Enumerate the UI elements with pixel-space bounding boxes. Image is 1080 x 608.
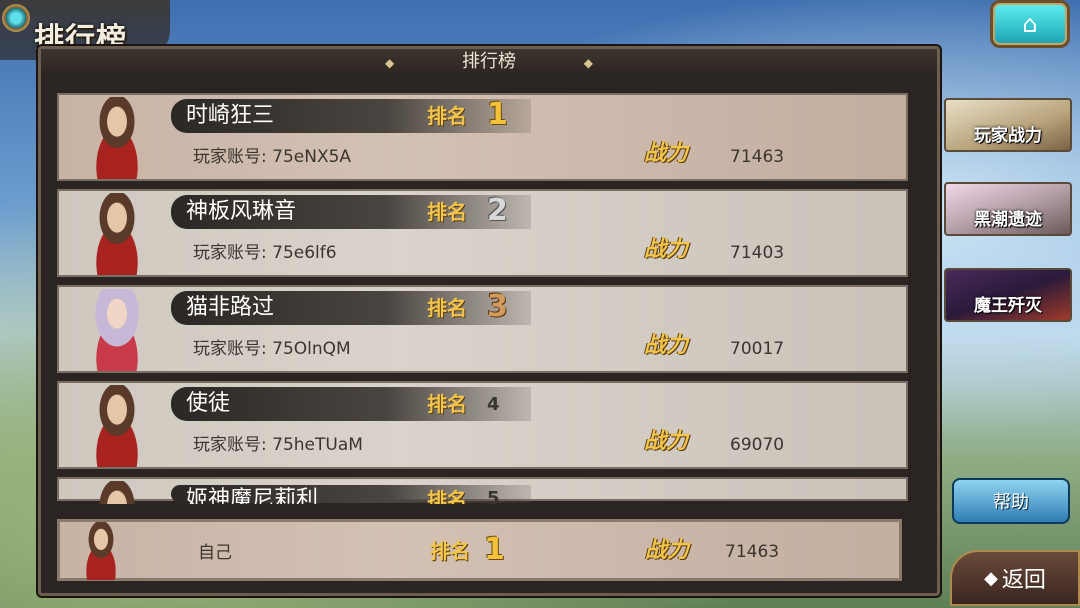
panel-title: 排行榜	[462, 51, 516, 72]
home-button[interactable]: ⌂	[990, 0, 1070, 48]
rank-label: 排名	[427, 392, 467, 416]
ranking-row[interactable]: 猫非路过 排名 3 玩家账号: 75OlnQM 战力 70017	[57, 285, 908, 373]
player-name: 猫非路过	[186, 295, 275, 320]
boy-avatar	[79, 193, 155, 275]
power-label: 战力	[644, 429, 689, 454]
boy-avatar	[79, 481, 155, 504]
player-name: 时崎狂三	[186, 103, 275, 128]
power-value: 70017	[730, 339, 785, 359]
demon-king-annihilation-label: 魔王歼灭	[974, 296, 1042, 316]
ranking-panel: ◆ 排行榜 ◆ 时崎狂三 排名 1 玩家账号: 75eNX5A 战力 71463…	[38, 46, 940, 596]
account-prefix: 玩家账号:	[193, 147, 273, 167]
player-power-button[interactable]: 玩家战力	[944, 98, 1072, 152]
panel-header: ◆ 排行榜 ◆	[41, 49, 937, 77]
power-value: 71463	[730, 147, 785, 167]
power-label: 战力	[644, 333, 689, 358]
power-value: 71463	[725, 542, 780, 562]
power-label: 战力	[644, 237, 689, 262]
account-text: 玩家账号: 75OlnQM	[193, 337, 351, 361]
rank-label: 排名	[427, 488, 467, 504]
back-label: 返回	[1001, 568, 1046, 593]
rank-value: 5	[487, 488, 500, 504]
black-tide-ruins-button[interactable]: 黑潮遗迹	[944, 182, 1072, 236]
back-button[interactable]: ◆ 返回	[950, 550, 1080, 606]
power-value: 69070	[730, 435, 785, 455]
account-id: 75OlnQM	[272, 339, 351, 359]
rank-value: 1	[487, 97, 508, 132]
rank-value: 4	[487, 394, 500, 415]
boy-avatar	[74, 522, 128, 580]
help-label: 帮助	[993, 492, 1029, 513]
diamond-icon: ◆	[583, 56, 593, 70]
self-ranking-row: 自己 排名 1 战力 71463	[57, 519, 902, 581]
account-text: 玩家账号: 75e6lf6	[193, 241, 337, 265]
rank-label: 排名	[427, 296, 467, 320]
account-prefix: 玩家账号:	[193, 435, 273, 455]
account-id: 75eNX5A	[272, 147, 352, 167]
girl-avatar	[79, 289, 155, 371]
power-label: 战力	[645, 538, 690, 563]
player-name: 神板风琳音	[186, 199, 297, 224]
player-name: 姬神魔尼莉利	[186, 487, 319, 504]
boy-avatar	[79, 97, 155, 179]
rank-value: 3	[487, 289, 508, 324]
power-value: 71403	[730, 243, 785, 263]
home-icon: ⌂	[1022, 10, 1038, 38]
player-power-label: 玩家战力	[974, 126, 1042, 146]
gear-icon	[2, 4, 30, 32]
ranking-row[interactable]: 使徒 排名 4 玩家账号: 75heTUaM 战力 69070	[57, 381, 908, 469]
ranking-row[interactable]: 姬神魔尼莉利 排名 5	[57, 477, 908, 504]
rank-value: 2	[487, 193, 508, 228]
help-button[interactable]: 帮助	[952, 478, 1070, 524]
rank-label: 排名	[430, 539, 470, 563]
diamond-icon: ◆	[385, 56, 395, 70]
ranking-list[interactable]: 时崎狂三 排名 1 玩家账号: 75eNX5A 战力 71463 神板风琳音 排…	[57, 93, 908, 504]
boy-avatar	[79, 385, 155, 467]
back-arrow-icon: ◆	[984, 567, 998, 589]
rank-label: 排名	[427, 104, 467, 128]
demon-king-annihilation-button[interactable]: 魔王歼灭	[944, 268, 1072, 322]
account-id: 75heTUaM	[272, 435, 363, 455]
account-prefix: 玩家账号:	[193, 339, 273, 359]
account-id: 75e6lf6	[272, 243, 337, 263]
ranking-row[interactable]: 时崎狂三 排名 1 玩家账号: 75eNX5A 战力 71463	[57, 93, 908, 181]
ranking-row[interactable]: 神板风琳音 排名 2 玩家账号: 75e6lf6 战力 71403	[57, 189, 908, 277]
account-text: 玩家账号: 75eNX5A	[193, 145, 351, 169]
rank-label: 排名	[427, 200, 467, 224]
account-prefix: 玩家账号:	[193, 243, 273, 263]
black-tide-ruins-label: 黑潮遗迹	[974, 210, 1042, 230]
power-label: 战力	[644, 141, 689, 166]
rank-value: 1	[484, 532, 505, 567]
player-name: 使徒	[186, 391, 231, 416]
account-text: 玩家账号: 75heTUaM	[193, 433, 363, 457]
self-label: 自己	[198, 543, 232, 563]
